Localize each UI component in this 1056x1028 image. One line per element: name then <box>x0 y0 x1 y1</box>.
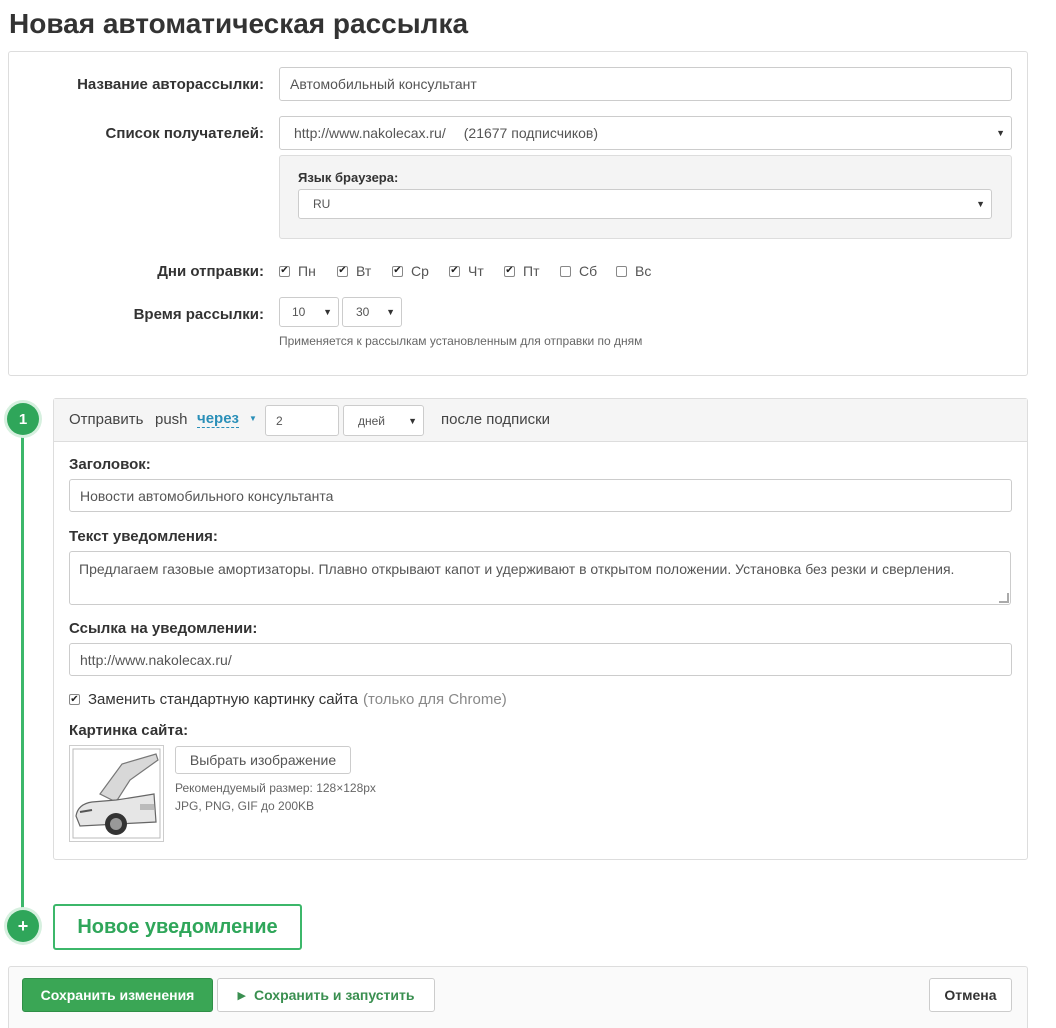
checkbox-checked-icon: ✔ <box>279 265 290 277</box>
name-label: Название авторассылки: <box>77 76 264 93</box>
minute-select[interactable]: 30 ▼ <box>342 297 402 327</box>
recipients-select[interactable]: http://www.nakolecax.ru/ (21677 подписчи… <box>279 116 1012 150</box>
delay-input[interactable]: 2 <box>265 405 339 436</box>
delay-mode-dropdown[interactable]: через <box>197 410 240 428</box>
checkbox-checked-icon: ✔ <box>69 693 80 705</box>
checkbox-checked-icon: ✔ <box>337 265 348 277</box>
link-input[interactable]: http://www.nakolecax.ru/ <box>69 643 1012 676</box>
title-input-value: Новости автомобильного консультанта <box>80 487 334 504</box>
day-label: Пт <box>523 263 540 279</box>
save-button[interactable]: Сохранить изменения <box>22 978 213 1012</box>
step-number-badge: 1 <box>7 403 39 435</box>
chevron-down-icon: ▼ <box>976 199 985 209</box>
notification-text-area[interactable]: Предлагаем газовые амортизаторы. Плавно … <box>69 551 1011 605</box>
recommended-size-hint: Рекомендуемый размер: 128×128px <box>175 781 376 795</box>
day-label: Ср <box>411 263 429 279</box>
browser-language-label: Язык браузера: <box>298 170 399 185</box>
formats-hint: JPG, PNG, GIF до 200KB <box>175 799 315 813</box>
push-text: push <box>155 411 188 428</box>
day-checkbox-sat[interactable]: Сб <box>560 263 597 279</box>
delay-unit-value: дней <box>358 413 386 428</box>
chevron-down-icon: ▼ <box>386 307 395 317</box>
checkbox-checked-icon: ✔ <box>504 265 515 277</box>
day-label: Вс <box>635 263 652 279</box>
send-text: Отправить <box>69 411 144 428</box>
checkbox-unchecked-icon <box>616 265 627 277</box>
resize-handle-icon[interactable] <box>999 593 1009 603</box>
day-checkbox-tue[interactable]: ✔ Вт <box>337 263 371 279</box>
day-checkbox-fri[interactable]: ✔ Пт <box>504 263 539 279</box>
browser-language-value: RU <box>313 197 331 211</box>
car-image-icon <box>72 748 161 839</box>
name-input[interactable]: Автомобильный консультант <box>279 67 1012 101</box>
days-label: Дни отправки: <box>157 263 264 280</box>
recipients-count: (21677 подписчиков) <box>463 125 598 141</box>
replace-image-checkbox[interactable]: ✔ Заменить стандартную картинку сайта (т… <box>69 691 507 708</box>
save-and-run-label: Сохранить и запустить <box>253 987 415 1003</box>
day-label: Сб <box>579 263 598 279</box>
title-input[interactable]: Новости автомобильного консультанта <box>69 479 1012 512</box>
timeline-line <box>21 432 24 910</box>
site-image-preview <box>69 745 164 842</box>
chevron-down-icon[interactable]: ▼ <box>249 414 257 423</box>
day-checkbox-wed[interactable]: ✔ Ср <box>392 263 429 279</box>
chevron-down-icon: ▼ <box>996 128 1005 138</box>
chevron-down-icon: ▼ <box>408 415 417 426</box>
chevron-down-icon: ▼ <box>323 307 332 317</box>
link-label: Ссылка на уведомлении: <box>69 620 258 637</box>
hour-select[interactable]: 10 ▼ <box>279 297 339 327</box>
notification-text-label: Текст уведомления: <box>69 528 218 545</box>
day-checkbox-thu[interactable]: ✔ Чт <box>449 263 484 279</box>
delay-mode-label: через <box>197 410 240 427</box>
day-label: Пн <box>298 263 316 279</box>
checkbox-checked-icon: ✔ <box>392 265 403 277</box>
replace-image-note: (только для Chrome) <box>363 691 507 708</box>
day-label: Вт <box>356 263 372 279</box>
delay-value: 2 <box>276 413 283 428</box>
checkbox-checked-icon: ✔ <box>449 265 460 277</box>
minute-value: 30 <box>356 305 370 319</box>
time-hint: Применяется к рассылкам установленным дл… <box>279 334 643 348</box>
cancel-button[interactable]: Отмена <box>929 978 1012 1012</box>
replace-image-label: Заменить стандартную картинку сайта <box>88 691 359 708</box>
after-subscription-text: после подписки <box>441 411 551 428</box>
day-checkbox-sun[interactable]: Вс <box>616 263 651 279</box>
play-icon: ▶ <box>237 989 246 1002</box>
title-label: Заголовок: <box>69 456 151 473</box>
checkbox-unchecked-icon <box>560 265 571 277</box>
day-checkbox-mon[interactable]: ✔ Пн <box>279 263 316 279</box>
hour-value: 10 <box>292 305 306 319</box>
add-step-icon[interactable]: + <box>7 910 39 942</box>
recipients-select-value: http://www.nakolecax.ru/ <box>294 125 446 141</box>
delay-unit-select[interactable]: дней ▼ <box>343 405 424 436</box>
recipients-label: Список получателей: <box>105 125 264 142</box>
notification-text-value: Предлагаем газовые амортизаторы. Плавно … <box>79 561 955 577</box>
site-image-label: Картинка сайта: <box>69 722 189 739</box>
name-input-value: Автомобильный консультант <box>290 76 477 92</box>
day-label: Чт <box>468 263 484 279</box>
time-label: Время рассылки: <box>133 306 264 323</box>
new-notification-button[interactable]: Новое уведомление <box>53 904 302 950</box>
link-input-value: http://www.nakolecax.ru/ <box>80 651 232 668</box>
save-and-run-button[interactable]: ▶ Сохранить и запустить <box>217 978 435 1012</box>
page-title: Новая автоматическая рассылка <box>9 8 469 39</box>
choose-image-button[interactable]: Выбрать изображение <box>175 746 351 774</box>
browser-language-select[interactable]: RU ▼ <box>298 189 992 219</box>
